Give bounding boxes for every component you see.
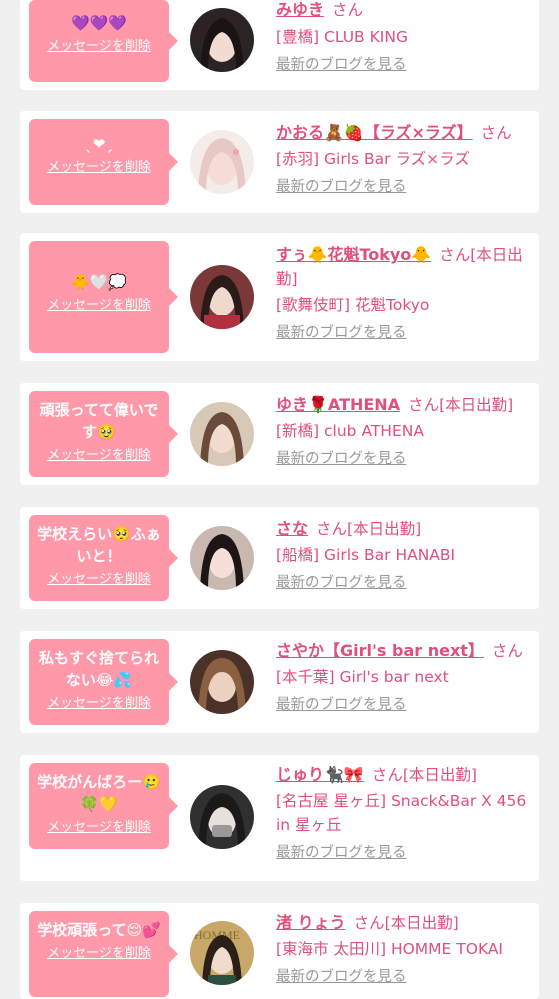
status-text: [本日出勤]: [439, 396, 514, 414]
message-card: 私もすぐ捨てられない😂💦 メッセージを削除 さやか【Girl's bar nex…: [20, 631, 539, 733]
message-text: 💜💜💜: [70, 14, 128, 32]
message-card: 🐥🤍💭 メッセージを削除 すぅ🐥花魁Tokyo🐥 さん[本日出勤] [歌舞伎町] …: [20, 233, 539, 361]
cast-name-link[interactable]: かおる🧸🍓【ラズ×ラズ】: [276, 123, 473, 142]
cast-info: じゅり🐈‍⬛🎀 さん[本日出勤] [名古屋 星ヶ丘] Snack&Bar X 45…: [276, 763, 531, 865]
cast-info: さやか【Girl's bar next】 さん [本千葉] Girl's bar …: [276, 639, 531, 717]
avatar[interactable]: [190, 402, 254, 466]
cast-info: かおる🧸🍓【ラズ×ラズ】 さん [赤羽] Girls Bar ラズ×ラズ 最新のブ…: [276, 121, 531, 199]
delete-message-link[interactable]: メッセージを削除: [29, 571, 169, 589]
cast-info: 渚 りょう さん[本日出勤] [東海市 太田川] HOMME TOKAI 最新のブ…: [276, 911, 531, 989]
message-bubble: 🐥🤍💭 メッセージを削除: [29, 241, 178, 353]
cast-info: さな さん[本日出勤] [船橋] Girls Bar HANABI 最新のブログを…: [276, 517, 531, 595]
delete-message-link[interactable]: メッセージを削除: [29, 38, 169, 56]
message-card: 学校がんばろー🥲🍀💛 メッセージを削除 じゅり🐈‍⬛🎀 さん[本日出勤] [名古屋…: [20, 755, 539, 881]
delete-message-link[interactable]: メッセージを削除: [29, 297, 169, 315]
shop-text: [東海市 太田川] HOMME TOKAI: [276, 940, 504, 958]
shop-text: [船橋] Girls Bar HANABI: [276, 546, 456, 564]
message-card: 頑張ってて偉いです🥹 メッセージを削除 ゆき🌹ATHENA さん[本日出勤] [新…: [20, 383, 539, 485]
shop-text: [豊橋] CLUB KING: [276, 28, 408, 46]
message-card: 学校頑張って😌💕 メッセージを削除 HOMME 渚 りょう さん[本日出勤] [東…: [20, 903, 539, 999]
cast-name-link[interactable]: すぅ🐥花魁Tokyo🐥: [276, 245, 431, 264]
message-text: ˎ❤ˏ: [85, 135, 113, 153]
avatar[interactable]: [190, 650, 254, 714]
message-text: 学校がんばろー🥲🍀💛: [37, 773, 161, 813]
delete-message-link[interactable]: メッセージを削除: [29, 159, 169, 177]
message-bubble: ˎ❤ˏ メッセージを削除: [29, 119, 178, 205]
san-suffix: さん: [371, 766, 403, 784]
latest-blog-link[interactable]: 最新のブログを見る: [276, 53, 407, 77]
message-card: 💜💜💜 メッセージを削除 みゆき さん [豊橋] CLUB KING 最新のブログ…: [20, 0, 539, 90]
status-text: [本日出勤]: [402, 766, 477, 784]
message-text: 学校頑張って😌💕: [37, 921, 161, 939]
san-suffix: さん: [332, 1, 364, 19]
cast-name-link[interactable]: さやか【Girl's bar next】: [276, 641, 484, 660]
message-card: ˎ❤ˏ メッセージを削除 かおる🧸🍓【ラズ×ラズ】 さん [赤羽] Girls B…: [20, 111, 539, 213]
shop-text: [名古屋 星ヶ丘] Snack&Bar X 456 in 星ヶ丘: [276, 792, 527, 834]
message-text: 頑張ってて偉いです🥹: [39, 401, 159, 441]
latest-blog-link[interactable]: 最新のブログを見る: [276, 321, 407, 345]
cast-name-link[interactable]: さな: [276, 519, 308, 538]
delete-message-link[interactable]: メッセージを削除: [29, 945, 169, 963]
cast-name-link[interactable]: みゆき: [276, 0, 324, 19]
latest-blog-link[interactable]: 最新のブログを見る: [276, 965, 407, 989]
shop-text: [本千葉] Girl's bar next: [276, 668, 449, 686]
delete-message-link[interactable]: メッセージを削除: [29, 695, 169, 713]
san-suffix: さん: [439, 246, 471, 264]
avatar[interactable]: [190, 265, 254, 329]
latest-blog-link[interactable]: 最新のブログを見る: [276, 693, 407, 717]
latest-blog-link[interactable]: 最新のブログを見る: [276, 175, 407, 199]
avatar[interactable]: HOMME: [190, 921, 254, 985]
message-bubble: 頑張ってて偉いです🥹 メッセージを削除: [29, 391, 178, 477]
shop-text: [赤羽] Girls Bar ラズ×ラズ: [276, 150, 470, 168]
latest-blog-link[interactable]: 最新のブログを見る: [276, 447, 407, 471]
latest-blog-link[interactable]: 最新のブログを見る: [276, 841, 407, 865]
cast-name-link[interactable]: ゆき🌹ATHENA: [276, 395, 400, 414]
message-bubble: 学校えらい🥺ふぁいと！ メッセージを削除: [29, 515, 178, 601]
latest-blog-link[interactable]: 最新のブログを見る: [276, 571, 407, 595]
san-suffix: さん: [408, 396, 440, 414]
cast-info: みゆき さん [豊橋] CLUB KING 最新のブログを見る: [276, 0, 531, 77]
cast-name-link[interactable]: 渚 りょう: [276, 913, 346, 932]
san-suffix: さん: [491, 642, 523, 660]
avatar[interactable]: [190, 785, 254, 849]
cast-info: ゆき🌹ATHENA さん[本日出勤] [新橋] club ATHENA 最新のブロ…: [276, 393, 531, 471]
delete-message-link[interactable]: メッセージを削除: [29, 447, 169, 465]
message-bubble: 学校頑張って😌💕 メッセージを削除: [29, 911, 178, 997]
message-text: 私もすぐ捨てられない😂💦: [38, 649, 159, 689]
message-card: 学校えらい🥺ふぁいと！ メッセージを削除 さな さん[本日出勤] [船橋] Gir…: [20, 507, 539, 609]
avatar[interactable]: [190, 8, 254, 72]
san-suffix: さん: [353, 914, 385, 932]
message-bubble: 学校がんばろー🥲🍀💛 メッセージを削除: [29, 763, 178, 849]
shop-text: [歌舞伎町] 花魁Tokyo: [276, 296, 430, 314]
delete-message-link[interactable]: メッセージを削除: [29, 819, 169, 837]
message-text: 🐥🤍💭: [70, 273, 128, 291]
cast-info: すぅ🐥花魁Tokyo🐥 さん[本日出勤] [歌舞伎町] 花魁Tokyo 最新のブロ…: [276, 243, 531, 345]
message-text: 学校えらい🥺ふぁいと！: [37, 525, 161, 565]
san-suffix: さん: [480, 124, 512, 142]
avatar[interactable]: [190, 526, 254, 590]
cast-name-link[interactable]: じゅり🐈‍⬛🎀: [276, 765, 364, 784]
shop-text: [新橋] club ATHENA: [276, 422, 424, 440]
status-text: [本日出勤]: [384, 914, 459, 932]
message-bubble: 私もすぐ捨てられない😂💦 メッセージを削除: [29, 639, 178, 725]
avatar[interactable]: [190, 130, 254, 194]
status-text: [本日出勤]: [347, 520, 422, 538]
san-suffix: さん: [316, 520, 348, 538]
message-bubble: 💜💜💜 メッセージを削除: [29, 0, 178, 82]
